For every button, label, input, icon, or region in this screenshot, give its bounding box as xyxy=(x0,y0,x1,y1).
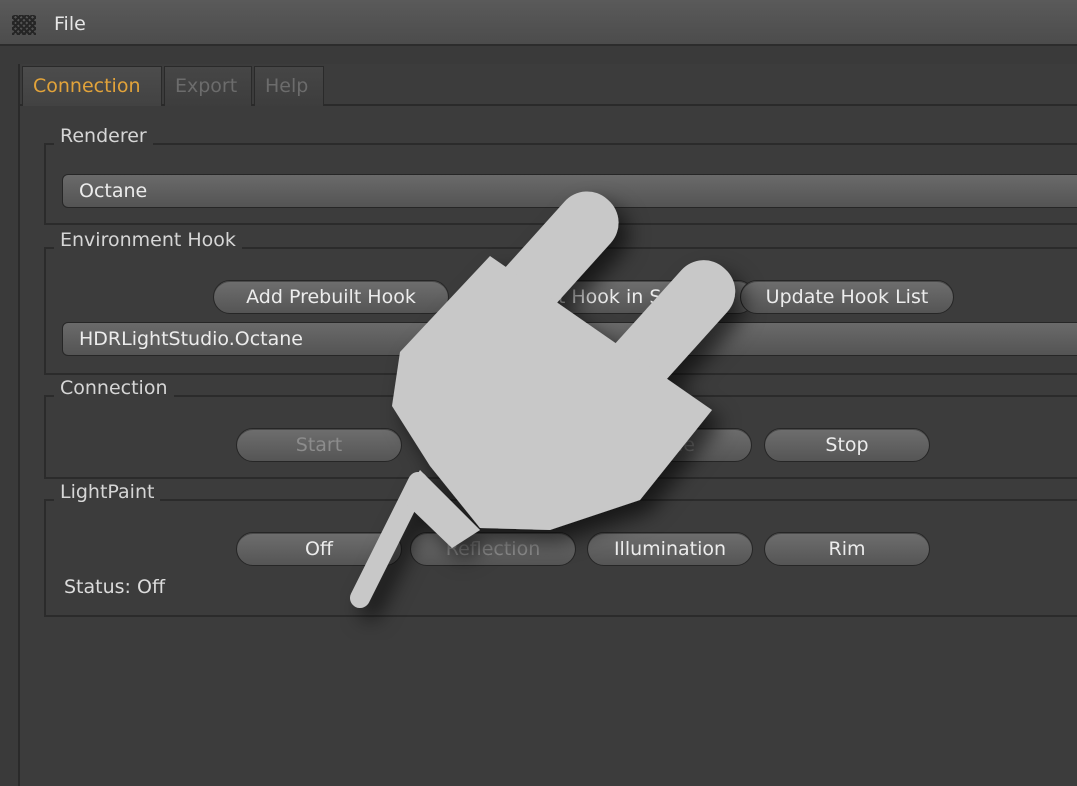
tab-connection[interactable]: Connection xyxy=(22,66,162,106)
drag-grip-icon[interactable] xyxy=(12,15,36,35)
lightpaint-rim-button[interactable]: Rim xyxy=(764,532,930,566)
stop-button[interactable]: Stop xyxy=(764,428,930,462)
plug-icon xyxy=(350,191,736,608)
tab-export[interactable]: Export xyxy=(164,66,252,106)
connection-group-title: Connection xyxy=(54,377,174,399)
tab-bar: Connection Export Help xyxy=(18,66,1077,106)
menu-file[interactable]: File xyxy=(54,13,86,35)
environment-hook-group-title: Environment Hook xyxy=(54,229,242,251)
renderer-group-title: Renderer xyxy=(54,125,153,147)
lightpaint-group-title: LightPaint xyxy=(54,481,161,503)
tab-help[interactable]: Help xyxy=(254,66,324,106)
lightpaint-status: Status: Off xyxy=(64,576,166,598)
menu-bar: File xyxy=(0,0,1077,46)
